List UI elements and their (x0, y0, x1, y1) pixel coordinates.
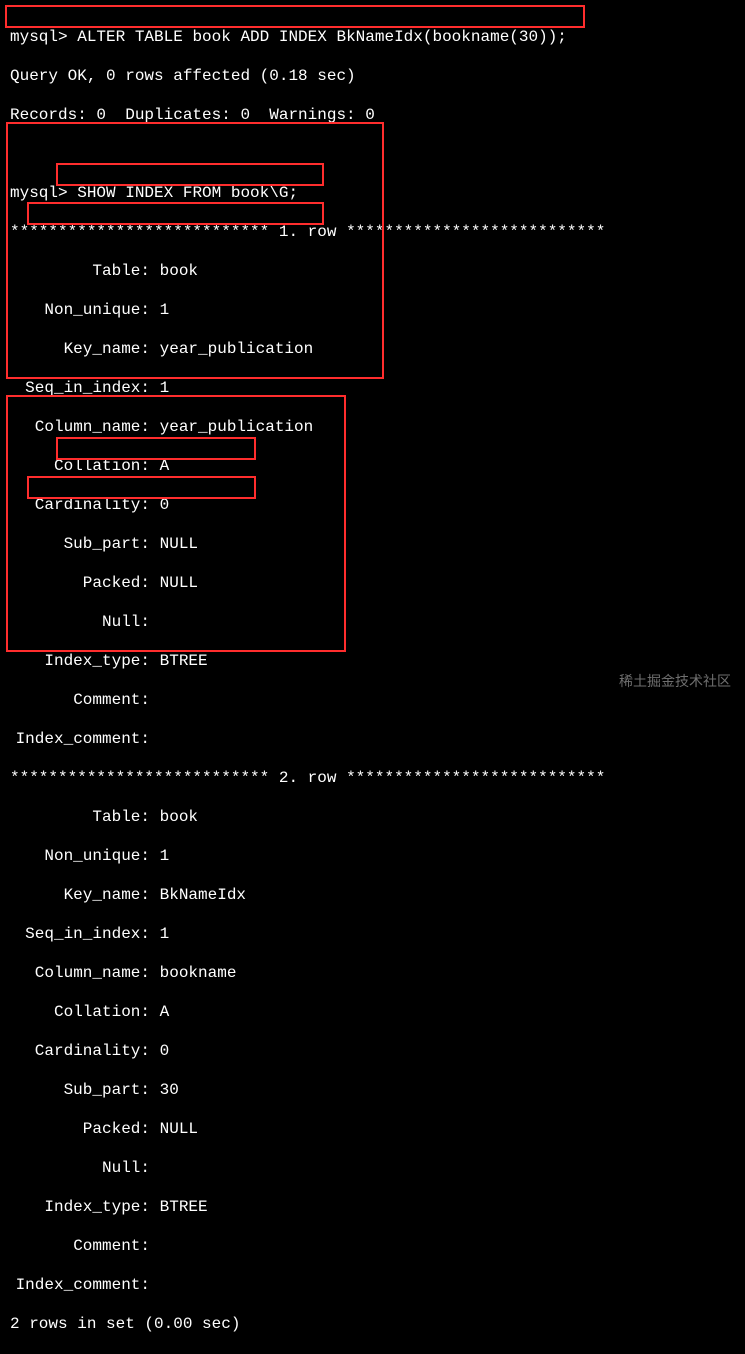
query-ok-line: Query OK, 0 rows affected (0.18 sec) (10, 67, 735, 87)
row2-collation: Collation: A (10, 1003, 735, 1023)
blank-line (10, 145, 735, 165)
row1-seq-in-index: Seq_in_index: 1 (10, 379, 735, 399)
row2-non-unique: Non_unique: 1 (10, 847, 735, 867)
row2-comment: Comment: (10, 1237, 735, 1257)
row1-key-name: Key_name: year_publication (10, 340, 735, 360)
mysql-prompt: mysql> (10, 28, 68, 46)
row1-packed: Packed: NULL (10, 574, 735, 594)
row2-column-name: Column_name: bookname (10, 964, 735, 984)
row1-non-unique: Non_unique: 1 (10, 301, 735, 321)
row2-packed: Packed: NULL (10, 1120, 735, 1140)
row1-null: Null: (10, 613, 735, 633)
watermark: 稀土掘金技术社区 (619, 672, 731, 692)
show-index-command: SHOW INDEX FROM book\G; (77, 184, 298, 202)
summary-line: 2 rows in set (0.00 sec) (10, 1315, 735, 1335)
row-separator-1: *************************** 1. row *****… (10, 223, 735, 243)
row2-table: Table: book (10, 808, 735, 828)
row1-column-name: Column_name: year_publication (10, 418, 735, 438)
row-separator-2: *************************** 2. row *****… (10, 769, 735, 789)
row2-sub-part: Sub_part: 30 (10, 1081, 735, 1101)
row2-null: Null: (10, 1159, 735, 1179)
row1-table: Table: book (10, 262, 735, 282)
row2-seq-in-index: Seq_in_index: 1 (10, 925, 735, 945)
row1-collation: Collation: A (10, 457, 735, 477)
row1-index-comment: Index_comment: (10, 730, 735, 750)
row1-comment: Comment: (10, 691, 735, 711)
row2-index-type: Index_type: BTREE (10, 1198, 735, 1218)
row2-index-comment: Index_comment: (10, 1276, 735, 1296)
row2-cardinality: Cardinality: 0 (10, 1042, 735, 1062)
row1-index-type: Index_type: BTREE (10, 652, 735, 672)
alter-table-command: ALTER TABLE book ADD INDEX BkNameIdx(boo… (77, 28, 567, 46)
row1-sub-part: Sub_part: NULL (10, 535, 735, 555)
row1-cardinality: Cardinality: 0 (10, 496, 735, 516)
command-line-1: mysql> ALTER TABLE book ADD INDEX BkName… (10, 28, 735, 48)
row2-key-name: Key_name: BkNameIdx (10, 886, 735, 906)
command-line-2: mysql> SHOW INDEX FROM book\G; (10, 184, 735, 204)
mysql-prompt: mysql> (10, 184, 68, 202)
records-line: Records: 0 Duplicates: 0 Warnings: 0 (10, 106, 735, 126)
